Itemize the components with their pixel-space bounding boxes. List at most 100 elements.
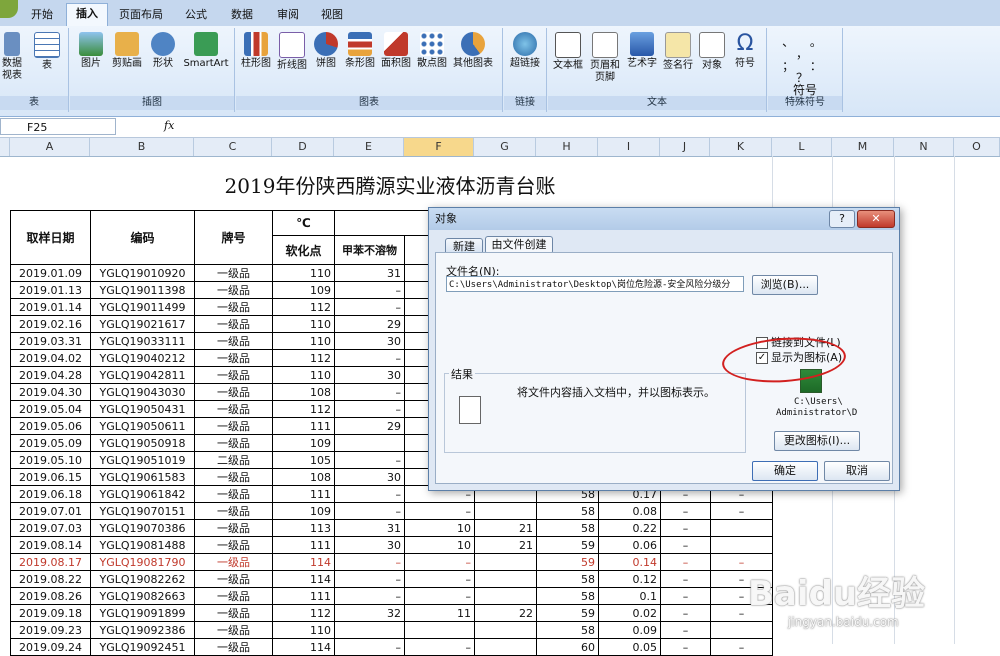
tab-formulas[interactable]: 公式 <box>176 5 216 25</box>
cell-date[interactable]: 2019.05.04 <box>10 400 91 418</box>
cell-softening-point[interactable]: 110 <box>272 366 335 384</box>
cell-g[interactable] <box>474 553 537 571</box>
cell-softening-point[interactable]: 109 <box>272 281 335 299</box>
cell-code[interactable]: YGLQ19042811 <box>90 366 195 384</box>
signature-button[interactable]: 签名行 <box>660 32 696 72</box>
cell-code[interactable]: YGLQ19050918 <box>90 434 195 452</box>
column-header[interactable]: G <box>474 138 536 156</box>
cell-date[interactable]: 2019.05.10 <box>10 451 91 469</box>
column-header[interactable]: F <box>404 138 474 156</box>
cell-g[interactable] <box>474 587 537 605</box>
cell-code[interactable]: YGLQ19011499 <box>90 298 195 316</box>
cell-grade[interactable]: 一级品 <box>194 366 273 384</box>
column-header[interactable]: N <box>894 138 954 156</box>
cell-softening-point[interactable]: 110 <box>272 315 335 333</box>
cell-g[interactable]: 21 <box>474 536 537 554</box>
cell-grade[interactable]: 一级品 <box>194 400 273 418</box>
cell-g[interactable]: 22 <box>474 604 537 622</box>
tab-review[interactable]: 审阅 <box>268 5 308 25</box>
cell-j[interactable]: – <box>660 587 711 605</box>
cell-code[interactable]: YGLQ19070151 <box>90 502 195 520</box>
line-chart-button[interactable]: 折线图 <box>274 32 310 72</box>
cell-grade[interactable]: 一级品 <box>194 434 273 452</box>
cell-grade[interactable]: 一级品 <box>194 604 273 622</box>
cell-grade[interactable]: 一级品 <box>194 621 273 639</box>
cell-i[interactable]: 0.22 <box>598 519 661 537</box>
cell-g[interactable] <box>474 502 537 520</box>
cell-code[interactable]: YGLQ19011398 <box>90 281 195 299</box>
cell-code[interactable]: YGLQ19061842 <box>90 485 195 503</box>
cell-grade[interactable]: 一级品 <box>194 502 273 520</box>
cell-grade[interactable]: 一级品 <box>194 264 273 282</box>
cell-date[interactable]: 2019.08.22 <box>10 570 91 588</box>
name-box[interactable]: F25 <box>0 118 116 135</box>
smartart-button[interactable]: SmartArt <box>182 32 230 70</box>
table-button[interactable]: 表 <box>32 32 62 72</box>
column-header[interactable]: B <box>90 138 194 156</box>
pie-chart-button[interactable]: 饼图 <box>310 32 342 70</box>
cell-toluene[interactable]: – <box>334 349 405 367</box>
tab-home[interactable]: 开始 <box>20 5 64 25</box>
filename-input[interactable]: C:\Users\Administrator\Desktop\岗位危险源-安全风… <box>446 276 744 292</box>
cell-date[interactable]: 2019.04.30 <box>10 383 91 401</box>
column-header[interactable]: A <box>10 138 90 156</box>
cell-quinoline[interactable]: – <box>404 587 475 605</box>
cell-h[interactable]: 58 <box>536 621 599 639</box>
cell-softening-point[interactable]: 110 <box>272 264 335 282</box>
cell-softening-point[interactable]: 114 <box>272 553 335 571</box>
cell-i[interactable]: 0.02 <box>598 604 661 622</box>
cell-grade[interactable]: 一级品 <box>194 519 273 537</box>
cell-g[interactable] <box>474 570 537 588</box>
cell-date[interactable]: 2019.01.13 <box>10 281 91 299</box>
cell-grade[interactable]: 一级品 <box>194 468 273 486</box>
cell-grade[interactable]: 一级品 <box>194 638 273 656</box>
close-button[interactable]: ✕ <box>857 210 895 228</box>
cell-toluene[interactable]: 30 <box>334 536 405 554</box>
column-header[interactable]: M <box>832 138 894 156</box>
cell-code[interactable]: YGLQ19070386 <box>90 519 195 537</box>
object-button[interactable]: 对象 <box>696 32 728 72</box>
cell-date[interactable]: 2019.07.03 <box>10 519 91 537</box>
cell-softening-point[interactable]: 109 <box>272 434 335 452</box>
tab-view[interactable]: 视图 <box>312 5 352 25</box>
cell-j[interactable]: – <box>660 621 711 639</box>
cell-code[interactable]: YGLQ19092451 <box>90 638 195 656</box>
tab-insert[interactable]: 插入 <box>66 3 108 27</box>
bar-chart-button[interactable]: 条形图 <box>342 32 378 70</box>
cell-grade[interactable]: 一级品 <box>194 315 273 333</box>
shapes-button[interactable]: 形状 <box>146 32 180 70</box>
cell-softening-point[interactable]: 108 <box>272 383 335 401</box>
cell-g[interactable] <box>474 621 537 639</box>
cell-grade[interactable]: 一级品 <box>194 417 273 435</box>
cell-i[interactable]: 0.05 <box>598 638 661 656</box>
cell-h[interactable]: 59 <box>536 536 599 554</box>
column-header[interactable]: D <box>272 138 334 156</box>
cell-softening-point[interactable]: 109 <box>272 502 335 520</box>
cell-grade[interactable]: 一级品 <box>194 383 273 401</box>
cell-j[interactable]: – <box>660 570 711 588</box>
cell-date[interactable]: 2019.03.31 <box>10 332 91 350</box>
cell-code[interactable]: YGLQ19051019 <box>90 451 195 469</box>
cell-h[interactable]: 58 <box>536 502 599 520</box>
symbol-button[interactable]: Ω 符号 <box>728 32 762 70</box>
cell-softening-point[interactable]: 110 <box>272 621 335 639</box>
cell-code[interactable]: YGLQ19081790 <box>90 553 195 571</box>
cell-date[interactable]: 2019.06.18 <box>10 485 91 503</box>
cell-date[interactable]: 2019.01.14 <box>10 298 91 316</box>
cell-quinoline[interactable]: 10 <box>404 519 475 537</box>
clipart-button[interactable]: 剪贴画 <box>110 32 144 70</box>
cell-date[interactable]: 2019.08.14 <box>10 536 91 554</box>
special-symbol-button[interactable]: 、 。 ， ； ： ？ 符号 <box>774 36 836 96</box>
cell-softening-point[interactable]: 111 <box>272 485 335 503</box>
cell-code[interactable]: YGLQ19040212 <box>90 349 195 367</box>
cell-toluene[interactable]: – <box>334 383 405 401</box>
cell-j[interactable]: – <box>660 536 711 554</box>
cell-softening-point[interactable]: 114 <box>272 570 335 588</box>
picture-button[interactable]: 图片 <box>74 32 108 70</box>
change-icon-button[interactable]: 更改图标(I)... <box>774 431 860 451</box>
dialog-titlebar[interactable]: 对象 ? ✕ <box>429 208 899 230</box>
cell-code[interactable]: YGLQ19081488 <box>90 536 195 554</box>
cell-code[interactable]: YGLQ19050611 <box>90 417 195 435</box>
cell-grade[interactable]: 一级品 <box>194 570 273 588</box>
cell-h[interactable]: 59 <box>536 553 599 571</box>
